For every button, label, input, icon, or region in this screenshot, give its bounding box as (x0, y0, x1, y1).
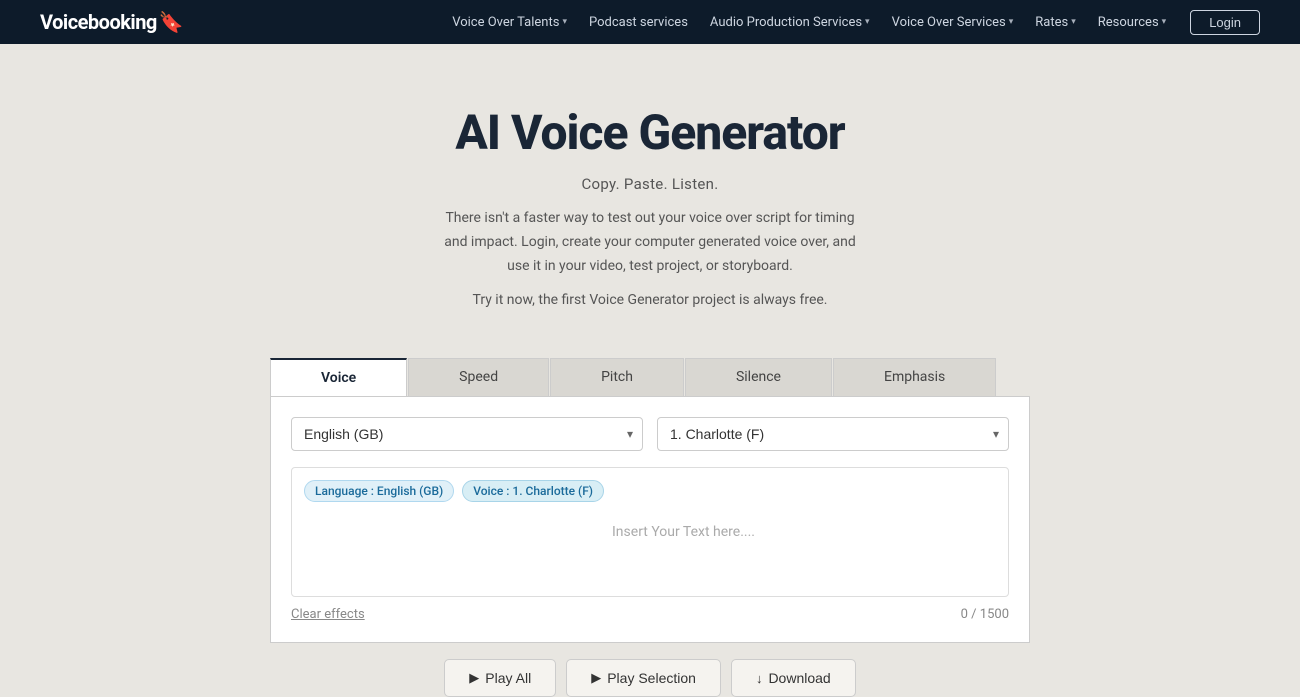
action-buttons: ▶ Play All ▶ Play Selection ↓ Download (270, 659, 1030, 697)
nav-voice-over-services[interactable]: Voice Over Services ▾ (884, 11, 1022, 34)
selects-row: English (GB) English (US) French German … (291, 417, 1009, 451)
tab-emphasis[interactable]: Emphasis (833, 358, 996, 396)
language-tag: Language : English (GB) (304, 480, 454, 502)
clear-effects-button[interactable]: Clear effects (291, 607, 365, 622)
play-selection-icon: ▶ (591, 670, 601, 686)
nav-voice-over-talents[interactable]: Voice Over Talents ▾ (444, 11, 575, 34)
nav-audio-production[interactable]: Audio Production Services ▾ (702, 11, 878, 34)
hero-section: AI Voice Generator Copy. Paste. Listen. … (0, 44, 1300, 338)
chevron-down-icon: ▾ (1009, 17, 1014, 27)
hero-note: Try it now, the first Voice Generator pr… (20, 292, 1280, 308)
tabs: Voice Speed Pitch Silence Emphasis (270, 358, 1030, 396)
voice-select[interactable]: 1. Charlotte (F) 2. James (M) 3. Sophie … (657, 417, 1009, 451)
language-select[interactable]: English (GB) English (US) French German … (291, 417, 643, 451)
tab-pitch[interactable]: Pitch (550, 358, 684, 396)
play-selection-button[interactable]: ▶ Play Selection (566, 659, 721, 697)
tool-card: Voice Speed Pitch Silence Emphasis Engli… (270, 358, 1030, 697)
play-all-button[interactable]: ▶ Play All (444, 659, 556, 697)
play-all-icon: ▶ (469, 670, 479, 686)
hero-title: AI Voice Generator (20, 104, 1280, 161)
nav-podcast-services[interactable]: Podcast services (581, 11, 696, 34)
hero-description: There isn't a faster way to test out you… (440, 207, 860, 278)
voice-select-wrapper: 1. Charlotte (F) 2. James (M) 3. Sophie … (657, 417, 1009, 451)
footer-row: Clear effects 0 / 1500 (291, 607, 1009, 622)
login-button[interactable]: Login (1190, 10, 1260, 35)
hero-subtitle: Copy. Paste. Listen. (20, 175, 1280, 193)
tab-silence[interactable]: Silence (685, 358, 832, 396)
chevron-down-icon: ▾ (562, 17, 567, 27)
textarea-placeholder: Insert Your Text here.... (612, 524, 755, 540)
nav-rates[interactable]: Rates ▾ (1027, 11, 1083, 34)
logo-icon: 🔖 (159, 10, 184, 34)
tab-voice[interactable]: Voice (270, 358, 407, 396)
text-input-area[interactable]: Language : English (GB) Voice : 1. Charl… (291, 467, 1009, 597)
tool-content: English (GB) English (US) French German … (270, 396, 1030, 643)
navbar: Voicebooking 🔖 Voice Over Talents ▾ Podc… (0, 0, 1300, 44)
logo[interactable]: Voicebooking 🔖 (40, 10, 184, 34)
char-count: 0 / 1500 (961, 607, 1009, 622)
logo-text: Voicebooking (40, 10, 157, 34)
tab-speed[interactable]: Speed (408, 358, 549, 396)
chevron-down-icon: ▾ (865, 17, 870, 27)
nav-links: Voice Over Talents ▾ Podcast services Au… (444, 10, 1260, 35)
voice-tag: Voice : 1. Charlotte (F) (462, 480, 604, 502)
download-icon: ↓ (756, 671, 763, 686)
language-select-wrapper: English (GB) English (US) French German … (291, 417, 643, 451)
chevron-down-icon: ▾ (1071, 17, 1076, 27)
download-button[interactable]: ↓ Download (731, 659, 856, 697)
nav-resources[interactable]: Resources ▾ (1090, 11, 1174, 34)
chevron-down-icon: ▾ (1162, 17, 1167, 27)
